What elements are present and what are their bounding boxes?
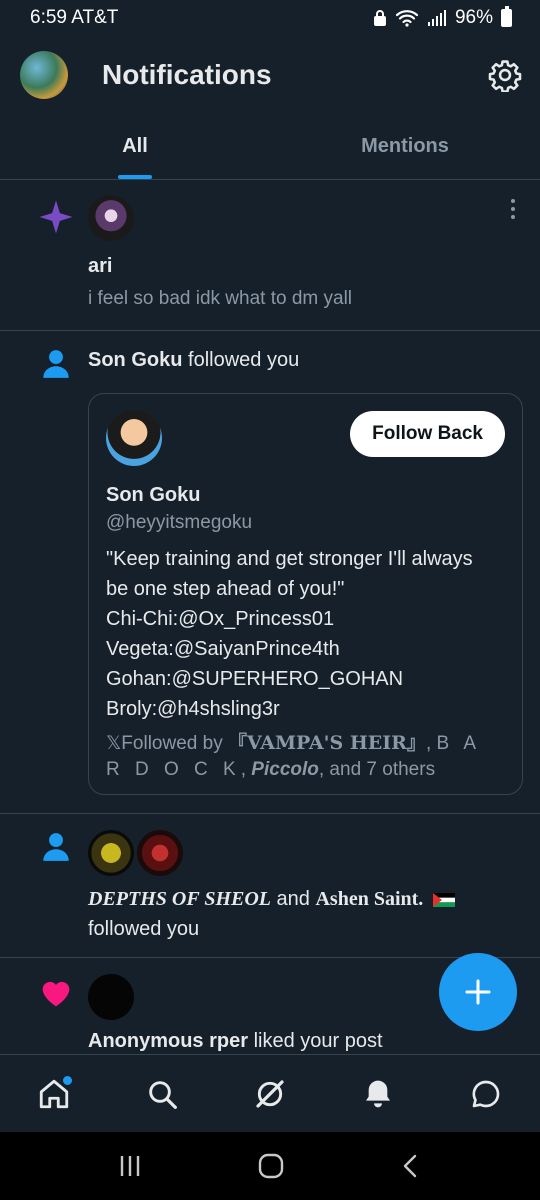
search-icon — [149, 1080, 177, 1109]
message-icon — [472, 1080, 500, 1107]
nav-home[interactable] — [24, 1064, 84, 1124]
bio-line: Chi-Chi:@Ox_Princess01 — [106, 608, 335, 630]
followed-by-name: Piccolo — [251, 759, 319, 780]
notification-name[interactable]: ari — [88, 255, 112, 278]
notification-post[interactable]: ari i feel so bad idk what to dm yall — [0, 181, 540, 331]
status-bar: 6:59 AT&T 96% — [0, 0, 540, 36]
notification-follow[interactable]: Son Goku followed you Follow Back Son Go… — [0, 331, 540, 814]
tab-all[interactable]: All — [0, 114, 270, 179]
person-icon — [43, 350, 69, 378]
avatar[interactable] — [137, 830, 183, 876]
avatar[interactable] — [88, 974, 134, 1020]
back-icon[interactable] — [399, 1153, 423, 1179]
tab-all-label: All — [122, 135, 148, 157]
liker-name[interactable]: Anonymous rper — [88, 1030, 248, 1052]
nav-notifications[interactable] — [348, 1064, 408, 1124]
followed-by-suffix: , and 7 others — [318, 759, 436, 780]
profile-card[interactable]: Follow Back Son Goku @heyyitsmegoku "Kee… — [88, 393, 523, 795]
nav-search[interactable] — [132, 1064, 192, 1124]
nav-messages[interactable] — [456, 1064, 516, 1124]
follower-name[interactable]: Son Goku — [88, 349, 182, 371]
follower-name[interactable]: Ashen Saint. — [315, 888, 423, 910]
tab-bar: All Mentions — [0, 114, 540, 180]
battery-text: 96% — [454, 7, 493, 28]
avatar[interactable] — [88, 830, 134, 876]
followed-by-text: 𝕏Followed by 『VAMPA'S HEIR』, B A R D O C… — [106, 730, 506, 783]
header: Notifications — [0, 36, 540, 114]
multi-follow-text: DEPTHS OF SHEOL and Ashen Saint. followe… — [88, 884, 455, 944]
followed-by-name: 『VAMPA'S HEIR』 — [227, 732, 426, 754]
card-bio: "Keep training and get stronger I'll alw… — [106, 544, 511, 724]
notification-dot — [63, 1075, 72, 1085]
sparkle-icon — [39, 200, 73, 234]
bio-line: "Keep training and get stronger I'll alw… — [106, 548, 473, 570]
home-button-icon[interactable] — [257, 1152, 285, 1180]
compose-button[interactable] — [439, 953, 517, 1031]
battery-icon — [501, 6, 512, 27]
tab-indicator — [118, 175, 152, 179]
notification-text: i feel so bad idk what to dm yall — [88, 288, 353, 309]
avatar[interactable] — [20, 51, 68, 99]
card-name: Son Goku — [106, 484, 201, 506]
tab-mentions[interactable]: Mentions — [270, 114, 540, 179]
person-icon — [43, 833, 69, 861]
follow-text: Son Goku followed you — [88, 349, 299, 372]
bio-line: Broly:@h4shsling3r — [106, 698, 280, 720]
plus-icon — [465, 979, 491, 1005]
follow-back-button[interactable]: Follow Back — [350, 411, 505, 457]
separator: , — [240, 759, 252, 780]
more-options-icon[interactable] — [510, 199, 516, 219]
followed-by-prefix: 𝕏Followed by — [106, 733, 228, 754]
status-icons: 96% — [373, 6, 512, 29]
bio-line: Gohan:@SUPERHERO_GOHAN — [106, 668, 404, 690]
flag-icon — [432, 892, 455, 907]
tab-mentions-label: Mentions — [361, 135, 449, 157]
like-action: liked your post — [248, 1030, 383, 1052]
follow-action: followed you — [188, 349, 300, 371]
bottom-nav — [0, 1054, 540, 1132]
lock-icon — [373, 10, 386, 26]
conjunction: and — [271, 888, 316, 910]
bio-line: Vegeta:@SaiyanPrince4th — [106, 638, 340, 660]
nav-grok[interactable] — [240, 1064, 300, 1124]
follow-action: followed you — [88, 918, 200, 940]
status-time: 6:59 AT&T — [30, 7, 119, 28]
avatar[interactable] — [106, 410, 162, 466]
bell-icon — [366, 1080, 390, 1107]
like-text: Anonymous rper liked your post — [88, 1030, 383, 1053]
follower-name[interactable]: DEPTHS OF SHEOL — [88, 888, 271, 910]
signal-icon — [427, 10, 446, 26]
separator: , — [425, 733, 437, 754]
avatar[interactable] — [88, 195, 134, 241]
recent-apps-icon[interactable] — [117, 1153, 143, 1179]
heart-icon — [42, 981, 70, 1007]
page-title: Notifications — [102, 59, 272, 90]
notification-multi-follow[interactable]: DEPTHS OF SHEOL and Ashen Saint. followe… — [0, 814, 540, 958]
bio-line: be one step ahead of you!" — [106, 578, 345, 600]
gear-icon[interactable] — [488, 58, 522, 92]
grok-icon — [256, 1079, 284, 1108]
wifi-icon — [395, 10, 419, 27]
system-nav-bar — [0, 1132, 540, 1200]
card-handle: @heyyitsmegoku — [106, 512, 253, 533]
